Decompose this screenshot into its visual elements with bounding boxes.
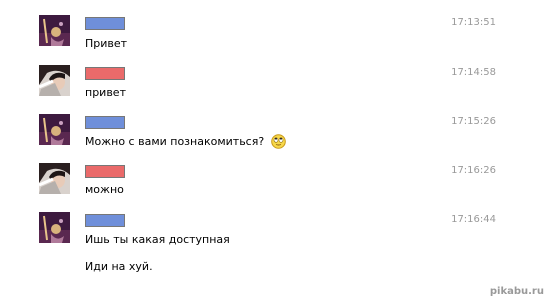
avatar-purple-character[interactable] bbox=[39, 212, 70, 243]
sender-name-redacted bbox=[85, 165, 125, 178]
avatar-girl-photo[interactable] bbox=[39, 163, 70, 194]
sender-name-redacted bbox=[85, 214, 125, 227]
message-text: Ишь ты какая доступная bbox=[85, 233, 230, 246]
sender-name-redacted bbox=[85, 116, 125, 129]
message-text: Иди на хуй. bbox=[85, 260, 153, 273]
message-timestamp: 17:16:44 bbox=[451, 214, 496, 225]
message-text: Привет bbox=[85, 37, 128, 50]
sender-name-redacted bbox=[85, 17, 125, 30]
watermark: pikabu.ru bbox=[489, 286, 544, 297]
message-timestamp: 17:16:26 bbox=[451, 165, 496, 176]
message-timestamp: 17:15:26 bbox=[451, 116, 496, 127]
avatar-purple-character[interactable] bbox=[39, 114, 70, 145]
message-text: привет bbox=[85, 86, 126, 99]
rolling-eyes-smiley-icon bbox=[270, 134, 286, 149]
message-text: Можно с вами познакомиться? bbox=[85, 134, 286, 149]
message-line: Можно с вами познакомиться? bbox=[85, 135, 265, 148]
message-timestamp: 17:13:51 bbox=[451, 17, 496, 28]
avatar-purple-character[interactable] bbox=[39, 15, 70, 46]
avatar-girl-photo[interactable] bbox=[39, 65, 70, 96]
sender-name-redacted bbox=[85, 67, 125, 80]
message-text: можно bbox=[85, 183, 124, 196]
message-timestamp: 17:14:58 bbox=[451, 67, 496, 78]
